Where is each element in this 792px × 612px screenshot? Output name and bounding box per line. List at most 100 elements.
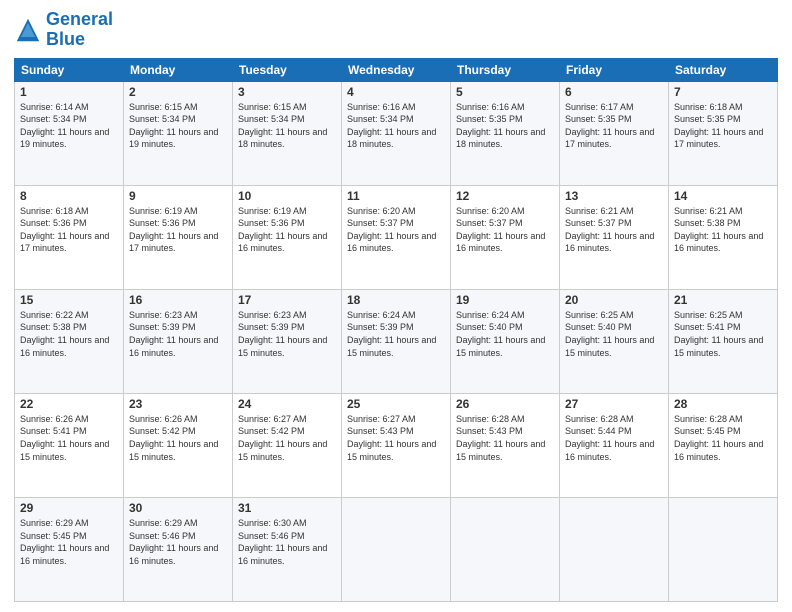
day-cell-22: 22 Sunrise: 6:26 AM Sunset: 5:41 PM Dayl… [15, 393, 124, 497]
day-number: 7 [674, 85, 772, 99]
day-number: 2 [129, 85, 227, 99]
day-cell-5: 5 Sunrise: 6:16 AM Sunset: 5:35 PM Dayli… [451, 81, 560, 185]
calendar-week-4: 22 Sunrise: 6:26 AM Sunset: 5:41 PM Dayl… [15, 393, 778, 497]
day-info: Sunrise: 6:22 AM Sunset: 5:38 PM Dayligh… [20, 309, 118, 359]
day-info: Sunrise: 6:23 AM Sunset: 5:39 PM Dayligh… [238, 309, 336, 359]
day-cell-1: 1 Sunrise: 6:14 AM Sunset: 5:34 PM Dayli… [15, 81, 124, 185]
day-number: 8 [20, 189, 118, 203]
day-info: Sunrise: 6:18 AM Sunset: 5:36 PM Dayligh… [20, 205, 118, 255]
header: General Blue [14, 10, 778, 50]
day-cell-19: 19 Sunrise: 6:24 AM Sunset: 5:40 PM Dayl… [451, 289, 560, 393]
day-info: Sunrise: 6:15 AM Sunset: 5:34 PM Dayligh… [238, 101, 336, 151]
day-cell-6: 6 Sunrise: 6:17 AM Sunset: 5:35 PM Dayli… [560, 81, 669, 185]
day-cell-13: 13 Sunrise: 6:21 AM Sunset: 5:37 PM Dayl… [560, 185, 669, 289]
day-number: 11 [347, 189, 445, 203]
calendar-week-5: 29 Sunrise: 6:29 AM Sunset: 5:45 PM Dayl… [15, 497, 778, 601]
day-number: 26 [456, 397, 554, 411]
day-info: Sunrise: 6:26 AM Sunset: 5:41 PM Dayligh… [20, 413, 118, 463]
day-cell-4: 4 Sunrise: 6:16 AM Sunset: 5:34 PM Dayli… [342, 81, 451, 185]
empty-cell [451, 497, 560, 601]
day-number: 12 [456, 189, 554, 203]
day-cell-29: 29 Sunrise: 6:29 AM Sunset: 5:45 PM Dayl… [15, 497, 124, 601]
day-cell-31: 31 Sunrise: 6:30 AM Sunset: 5:46 PM Dayl… [233, 497, 342, 601]
day-cell-3: 3 Sunrise: 6:15 AM Sunset: 5:34 PM Dayli… [233, 81, 342, 185]
day-cell-25: 25 Sunrise: 6:27 AM Sunset: 5:43 PM Dayl… [342, 393, 451, 497]
day-info: Sunrise: 6:17 AM Sunset: 5:35 PM Dayligh… [565, 101, 663, 151]
day-number: 25 [347, 397, 445, 411]
day-cell-18: 18 Sunrise: 6:24 AM Sunset: 5:39 PM Dayl… [342, 289, 451, 393]
day-info: Sunrise: 6:20 AM Sunset: 5:37 PM Dayligh… [347, 205, 445, 255]
day-info: Sunrise: 6:19 AM Sunset: 5:36 PM Dayligh… [238, 205, 336, 255]
col-tuesday: Tuesday [233, 58, 342, 81]
day-info: Sunrise: 6:18 AM Sunset: 5:35 PM Dayligh… [674, 101, 772, 151]
col-monday: Monday [124, 58, 233, 81]
day-number: 28 [674, 397, 772, 411]
day-cell-2: 2 Sunrise: 6:15 AM Sunset: 5:34 PM Dayli… [124, 81, 233, 185]
day-info: Sunrise: 6:19 AM Sunset: 5:36 PM Dayligh… [129, 205, 227, 255]
day-number: 23 [129, 397, 227, 411]
day-cell-17: 17 Sunrise: 6:23 AM Sunset: 5:39 PM Dayl… [233, 289, 342, 393]
day-cell-20: 20 Sunrise: 6:25 AM Sunset: 5:40 PM Dayl… [560, 289, 669, 393]
day-info: Sunrise: 6:16 AM Sunset: 5:35 PM Dayligh… [456, 101, 554, 151]
day-number: 1 [20, 85, 118, 99]
page: General Blue Sunday Monday Tuesday Wedne… [0, 0, 792, 612]
empty-cell [669, 497, 778, 601]
day-info: Sunrise: 6:16 AM Sunset: 5:34 PM Dayligh… [347, 101, 445, 151]
day-cell-23: 23 Sunrise: 6:26 AM Sunset: 5:42 PM Dayl… [124, 393, 233, 497]
day-cell-27: 27 Sunrise: 6:28 AM Sunset: 5:44 PM Dayl… [560, 393, 669, 497]
col-thursday: Thursday [451, 58, 560, 81]
day-info: Sunrise: 6:27 AM Sunset: 5:42 PM Dayligh… [238, 413, 336, 463]
day-number: 5 [456, 85, 554, 99]
day-cell-26: 26 Sunrise: 6:28 AM Sunset: 5:43 PM Dayl… [451, 393, 560, 497]
day-info: Sunrise: 6:24 AM Sunset: 5:39 PM Dayligh… [347, 309, 445, 359]
empty-cell [560, 497, 669, 601]
col-sunday: Sunday [15, 58, 124, 81]
empty-cell [342, 497, 451, 601]
day-info: Sunrise: 6:26 AM Sunset: 5:42 PM Dayligh… [129, 413, 227, 463]
day-info: Sunrise: 6:25 AM Sunset: 5:41 PM Dayligh… [674, 309, 772, 359]
day-info: Sunrise: 6:15 AM Sunset: 5:34 PM Dayligh… [129, 101, 227, 151]
day-info: Sunrise: 6:25 AM Sunset: 5:40 PM Dayligh… [565, 309, 663, 359]
day-number: 20 [565, 293, 663, 307]
day-info: Sunrise: 6:20 AM Sunset: 5:37 PM Dayligh… [456, 205, 554, 255]
calendar-header-row: Sunday Monday Tuesday Wednesday Thursday… [15, 58, 778, 81]
day-number: 14 [674, 189, 772, 203]
day-number: 24 [238, 397, 336, 411]
calendar-week-3: 15 Sunrise: 6:22 AM Sunset: 5:38 PM Dayl… [15, 289, 778, 393]
day-info: Sunrise: 6:21 AM Sunset: 5:37 PM Dayligh… [565, 205, 663, 255]
logo: General Blue [14, 10, 113, 50]
day-number: 31 [238, 501, 336, 515]
day-info: Sunrise: 6:29 AM Sunset: 5:45 PM Dayligh… [20, 517, 118, 567]
day-cell-24: 24 Sunrise: 6:27 AM Sunset: 5:42 PM Dayl… [233, 393, 342, 497]
calendar-table: Sunday Monday Tuesday Wednesday Thursday… [14, 58, 778, 602]
day-info: Sunrise: 6:28 AM Sunset: 5:44 PM Dayligh… [565, 413, 663, 463]
day-cell-21: 21 Sunrise: 6:25 AM Sunset: 5:41 PM Dayl… [669, 289, 778, 393]
day-info: Sunrise: 6:23 AM Sunset: 5:39 PM Dayligh… [129, 309, 227, 359]
day-number: 13 [565, 189, 663, 203]
day-info: Sunrise: 6:30 AM Sunset: 5:46 PM Dayligh… [238, 517, 336, 567]
day-number: 18 [347, 293, 445, 307]
day-number: 22 [20, 397, 118, 411]
day-info: Sunrise: 6:21 AM Sunset: 5:38 PM Dayligh… [674, 205, 772, 255]
day-info: Sunrise: 6:29 AM Sunset: 5:46 PM Dayligh… [129, 517, 227, 567]
day-cell-14: 14 Sunrise: 6:21 AM Sunset: 5:38 PM Dayl… [669, 185, 778, 289]
logo-text: General Blue [46, 10, 113, 50]
day-cell-16: 16 Sunrise: 6:23 AM Sunset: 5:39 PM Dayl… [124, 289, 233, 393]
day-cell-7: 7 Sunrise: 6:18 AM Sunset: 5:35 PM Dayli… [669, 81, 778, 185]
calendar-week-1: 1 Sunrise: 6:14 AM Sunset: 5:34 PM Dayli… [15, 81, 778, 185]
day-number: 3 [238, 85, 336, 99]
day-number: 19 [456, 293, 554, 307]
day-number: 16 [129, 293, 227, 307]
day-cell-12: 12 Sunrise: 6:20 AM Sunset: 5:37 PM Dayl… [451, 185, 560, 289]
day-cell-15: 15 Sunrise: 6:22 AM Sunset: 5:38 PM Dayl… [15, 289, 124, 393]
day-cell-8: 8 Sunrise: 6:18 AM Sunset: 5:36 PM Dayli… [15, 185, 124, 289]
day-info: Sunrise: 6:24 AM Sunset: 5:40 PM Dayligh… [456, 309, 554, 359]
day-cell-11: 11 Sunrise: 6:20 AM Sunset: 5:37 PM Dayl… [342, 185, 451, 289]
day-number: 27 [565, 397, 663, 411]
day-cell-30: 30 Sunrise: 6:29 AM Sunset: 5:46 PM Dayl… [124, 497, 233, 601]
day-number: 29 [20, 501, 118, 515]
day-number: 9 [129, 189, 227, 203]
day-number: 10 [238, 189, 336, 203]
day-cell-28: 28 Sunrise: 6:28 AM Sunset: 5:45 PM Dayl… [669, 393, 778, 497]
day-number: 6 [565, 85, 663, 99]
